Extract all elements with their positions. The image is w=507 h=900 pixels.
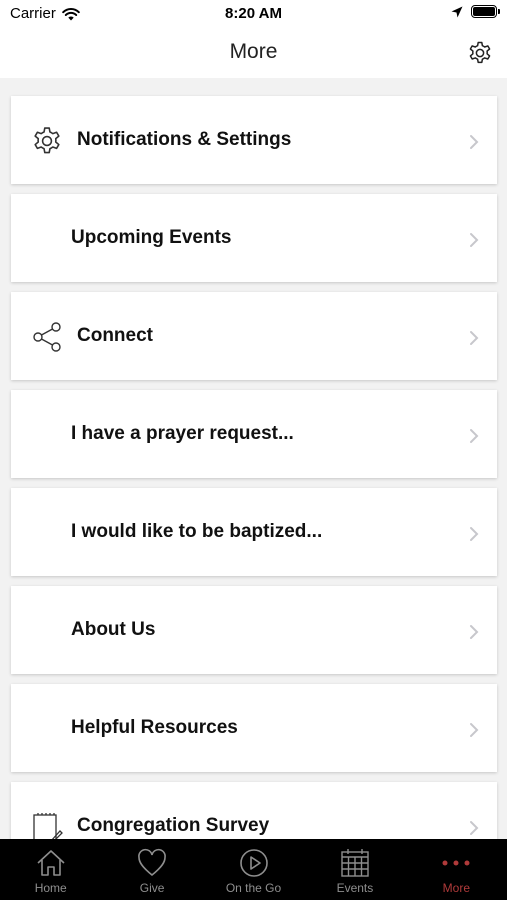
more-menu-list: Notifications & Settings Upcoming Events… xyxy=(11,96,497,880)
menu-item-label: Helpful Resources xyxy=(71,717,238,738)
nav-bar: More xyxy=(0,28,507,78)
status-right xyxy=(451,5,500,18)
menu-item-notifications-settings[interactable]: Notifications & Settings xyxy=(11,96,497,184)
tab-home[interactable]: Home xyxy=(0,839,101,900)
menu-item-baptized[interactable]: I would like to be baptized... xyxy=(11,488,497,576)
chevron-right-icon xyxy=(470,625,479,639)
tab-label: Home xyxy=(34,881,67,895)
status-time: 8:20 AM xyxy=(225,5,282,22)
tab-on-the-go[interactable]: On the Go xyxy=(203,839,304,900)
menu-item-label: I have a prayer request... xyxy=(71,423,294,444)
menu-item-prayer-request[interactable]: I have a prayer request... xyxy=(11,390,497,478)
menu-item-label: I would like to be baptized... xyxy=(71,521,323,542)
battery-icon xyxy=(471,5,500,18)
gear-icon xyxy=(34,127,60,154)
home-icon xyxy=(37,850,65,876)
chevron-right-icon xyxy=(470,527,479,541)
tab-label: Give xyxy=(139,881,165,895)
location-arrow-icon xyxy=(451,6,463,17)
chevron-right-icon xyxy=(470,429,479,443)
menu-item-about-us[interactable]: About Us xyxy=(11,586,497,674)
menu-item-label: Upcoming Events xyxy=(71,227,232,248)
chevron-right-icon xyxy=(470,723,479,737)
more-dots-icon xyxy=(442,860,470,866)
chevron-right-icon xyxy=(470,135,479,149)
tab-more[interactable]: More xyxy=(406,839,507,900)
tab-bar: Home Give On the Go Events More xyxy=(0,839,507,900)
tab-events[interactable]: Events xyxy=(304,839,405,900)
status-bar: Carrier 8:20 AM xyxy=(0,0,507,28)
page-title: More xyxy=(229,40,278,63)
gear-icon[interactable] xyxy=(467,40,493,66)
menu-item-label: Congregation Survey xyxy=(77,815,270,836)
tab-label: Events xyxy=(336,881,374,895)
menu-item-connect[interactable]: Connect xyxy=(11,292,497,380)
tab-give[interactable]: Give xyxy=(101,839,202,900)
menu-item-label: About Us xyxy=(71,619,156,640)
menu-item-label: Connect xyxy=(77,325,153,346)
menu-item-label: Notifications & Settings xyxy=(77,129,292,150)
chevron-right-icon xyxy=(470,331,479,345)
heart-icon xyxy=(138,848,166,877)
chevron-right-icon xyxy=(470,233,479,247)
menu-item-upcoming-events[interactable]: Upcoming Events xyxy=(11,194,497,282)
menu-item-helpful-resources[interactable]: Helpful Resources xyxy=(11,684,497,772)
play-icon xyxy=(239,849,268,877)
chevron-right-icon xyxy=(470,821,479,835)
calendar-icon xyxy=(341,849,369,877)
tab-label: More xyxy=(442,881,470,895)
share-icon xyxy=(33,322,61,352)
tab-label: On the Go xyxy=(225,881,282,895)
